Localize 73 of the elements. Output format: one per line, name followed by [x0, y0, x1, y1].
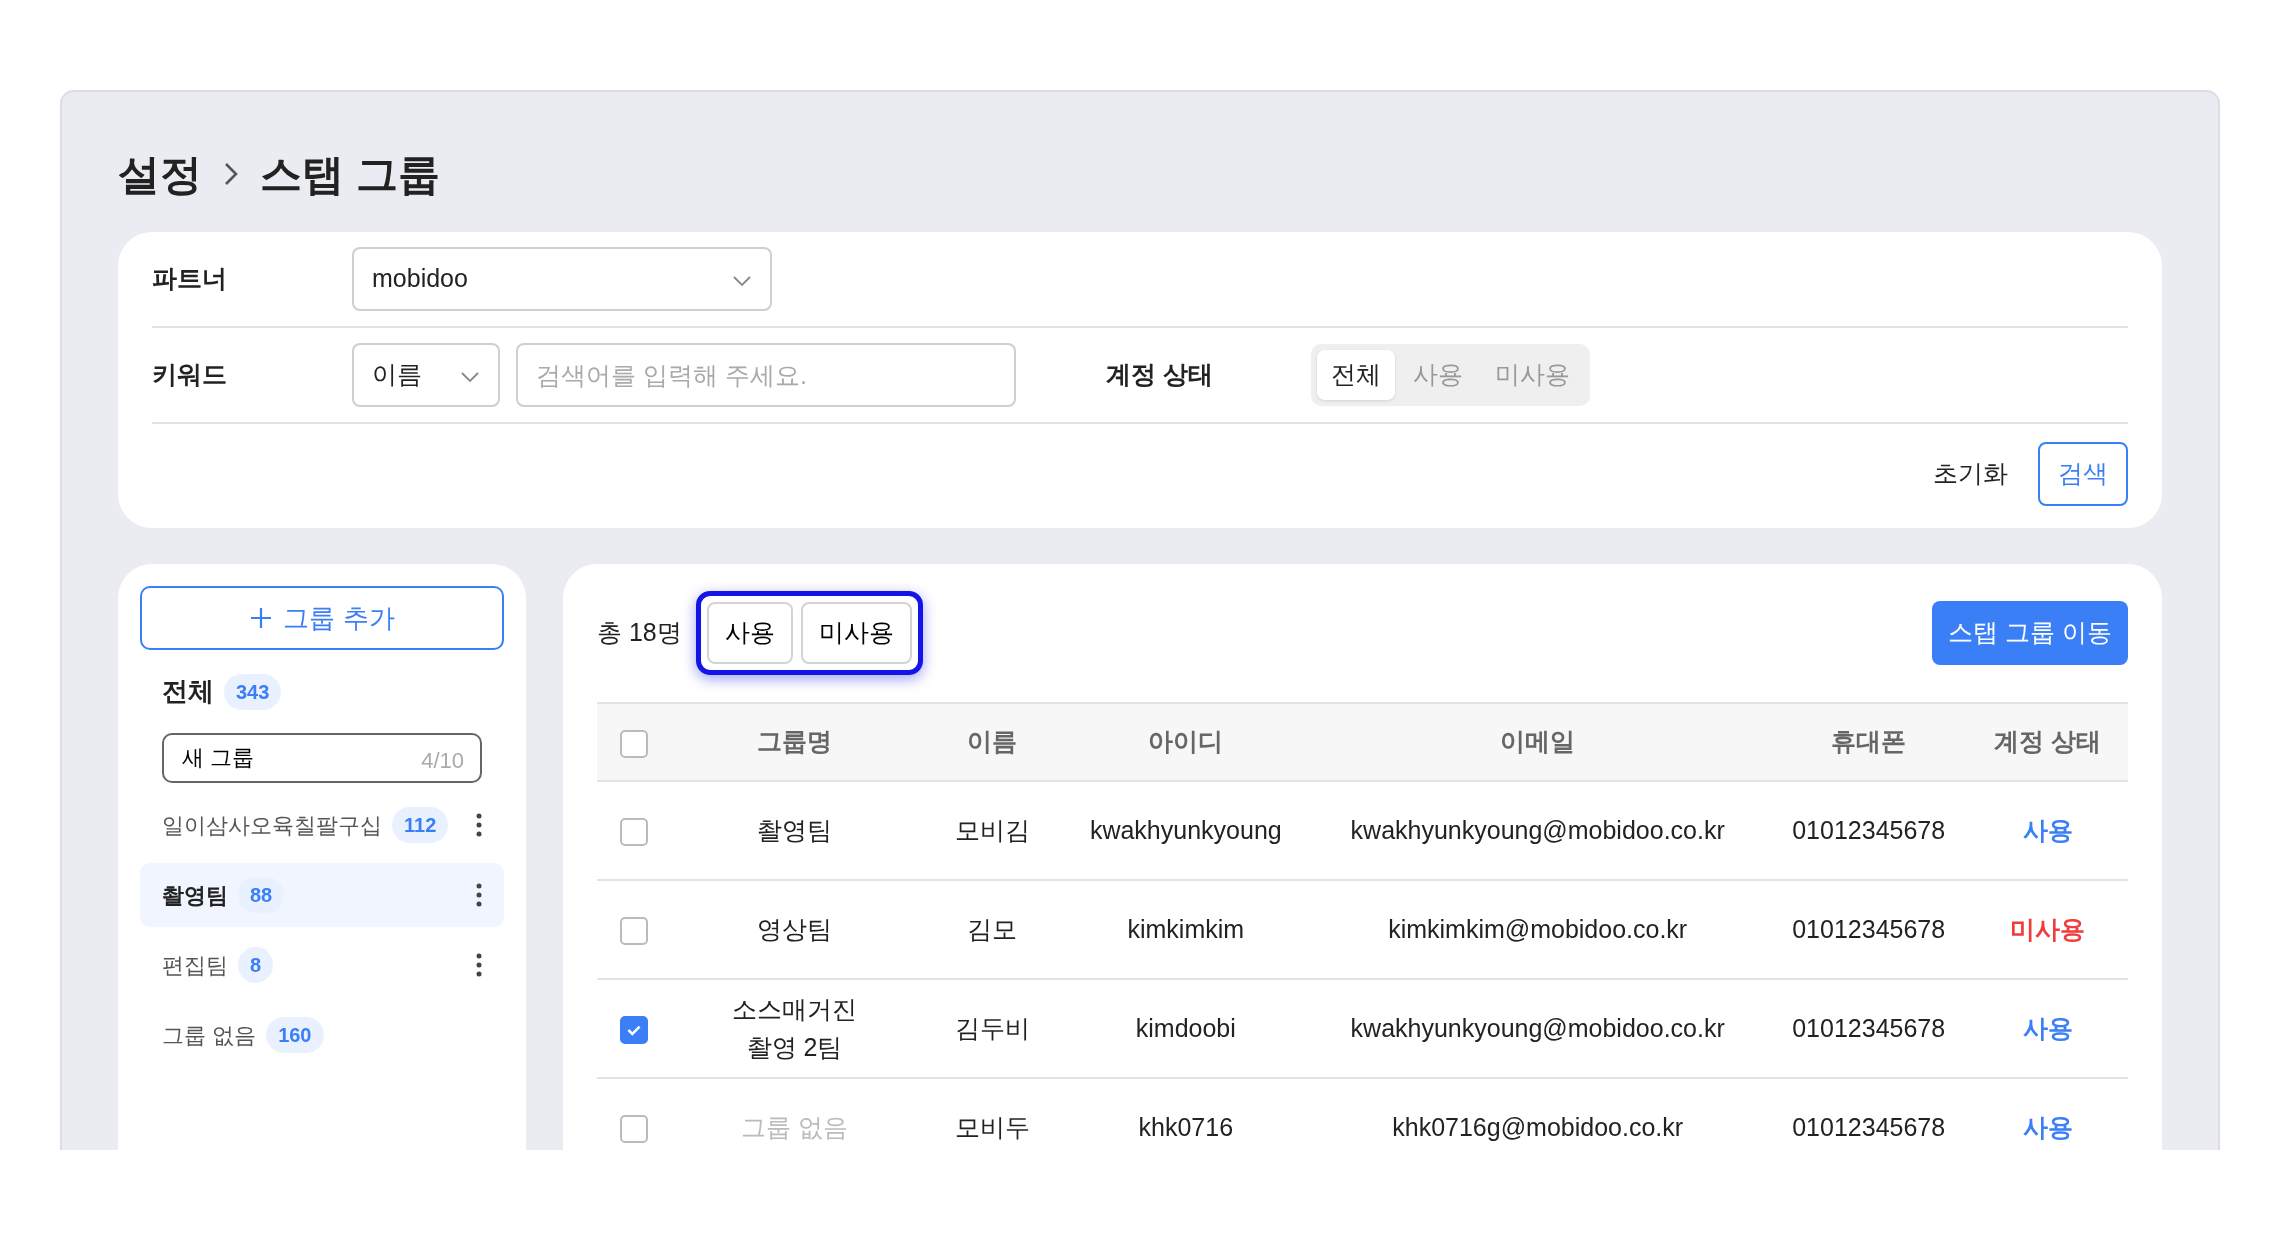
partner-select[interactable]: mobidoo: [352, 247, 772, 311]
count-pill: 8: [238, 947, 274, 983]
add-group-button[interactable]: 그룹 추가: [140, 586, 504, 650]
bulk-status-button[interactable]: 미사용: [800, 602, 912, 664]
group-item[interactable]: 그룹 없음 160: [140, 1003, 504, 1067]
table-cell: 01012345678: [1769, 880, 1968, 979]
table-cell: 그룹 없음: [671, 1078, 918, 1150]
table-cell: khk0716: [1066, 1078, 1306, 1150]
status-text: 사용: [1967, 979, 2128, 1078]
table-cell: 촬영팀: [671, 781, 918, 880]
count-pill: 343: [224, 673, 282, 710]
column-header: 계정 상태: [1967, 703, 2128, 781]
table-cell: 모비두: [918, 1078, 1067, 1150]
partner-label: 파트너: [152, 263, 228, 295]
count-pill: 88: [238, 877, 285, 913]
move-group-button[interactable]: 스탭 그룹 이동: [1932, 601, 2128, 665]
reset-button[interactable]: 초기화: [1927, 454, 2014, 494]
table-cell: kwakhyunkyoung@mobidoo.co.kr: [1305, 781, 1770, 880]
checkbox[interactable]: [620, 818, 649, 847]
chevron-down-icon: [732, 274, 752, 287]
chevron-right-icon: [224, 161, 238, 187]
keyword-label: 키워드: [152, 359, 228, 391]
column-header: 이름: [918, 703, 1067, 781]
table-cell: kimdoobi: [1066, 979, 1306, 1078]
search-button[interactable]: 검색: [2038, 442, 2128, 506]
group-name: 촬영팀: [162, 881, 228, 910]
table-cell: 모비김: [918, 781, 1067, 880]
search-field[interactable]: 검색어를 입력해 주세요.: [516, 343, 1016, 407]
table-cell: kimkimkim: [1066, 880, 1306, 979]
page-title: 스탭 그룹: [260, 149, 440, 200]
table-cell: khk0716g@mobidoo.co.kr: [1305, 1078, 1770, 1150]
group-item[interactable]: 편집팀 8: [140, 933, 504, 997]
checkbox[interactable]: [620, 917, 649, 946]
status-text: 사용: [1967, 781, 2128, 880]
table-cell: kwakhyunkyoung: [1066, 781, 1306, 880]
table-cell: 소스매거진 촬영 2팀: [671, 979, 918, 1078]
status-tab[interactable]: 전체: [1317, 350, 1395, 400]
group-item[interactable]: 촬영팀 88: [140, 863, 504, 927]
table-cell: kwakhyunkyoung@mobidoo.co.kr: [1305, 979, 1770, 1078]
count-pill: 160: [266, 1017, 324, 1053]
table-cell: 김모: [918, 880, 1067, 979]
breadcrumb-link[interactable]: 설정: [118, 142, 202, 206]
column-header: 휴대폰: [1769, 703, 1968, 781]
bulk-status-button[interactable]: 사용: [706, 602, 793, 664]
checkbox[interactable]: [620, 1016, 649, 1045]
column-header: 그룹명: [671, 703, 918, 781]
chevron-down-icon: [460, 370, 480, 383]
group-name: 일이삼사오육칠팔구십: [162, 811, 382, 840]
status-text: 사용: [1967, 1078, 2128, 1150]
more-icon[interactable]: [476, 883, 482, 907]
table-cell: 01012345678: [1769, 781, 1968, 880]
plus-icon: [249, 606, 274, 630]
group-name: 편집팀: [162, 951, 228, 980]
table-cell: 01012345678: [1769, 1078, 1968, 1150]
character-counter: 4/10: [421, 747, 464, 775]
checkbox[interactable]: [620, 729, 649, 758]
keyword-type-select[interactable]: 이름: [352, 343, 500, 407]
column-header: 이메일: [1305, 703, 1770, 781]
all-groups-label[interactable]: 전체: [162, 672, 214, 711]
column-header: 아이디: [1066, 703, 1306, 781]
status-text: 미사용: [1967, 880, 2128, 979]
table-cell: 영상팀: [671, 880, 918, 979]
more-icon[interactable]: [476, 813, 482, 837]
count-pill: 112: [392, 807, 449, 843]
checkbox[interactable]: [620, 1115, 649, 1144]
group-item[interactable]: 일이삼사오육칠팔구십 112: [140, 793, 504, 857]
table-cell: 김두비: [918, 979, 1067, 1078]
account-status-label: 계정 상태: [1106, 359, 1214, 391]
total-count: 총 18명: [597, 617, 682, 649]
table-cell: 01012345678: [1769, 979, 1968, 1078]
table-cell: kimkimkim@mobidoo.co.kr: [1305, 880, 1770, 979]
more-icon[interactable]: [476, 953, 482, 977]
group-name: 그룹 없음: [162, 1021, 257, 1050]
